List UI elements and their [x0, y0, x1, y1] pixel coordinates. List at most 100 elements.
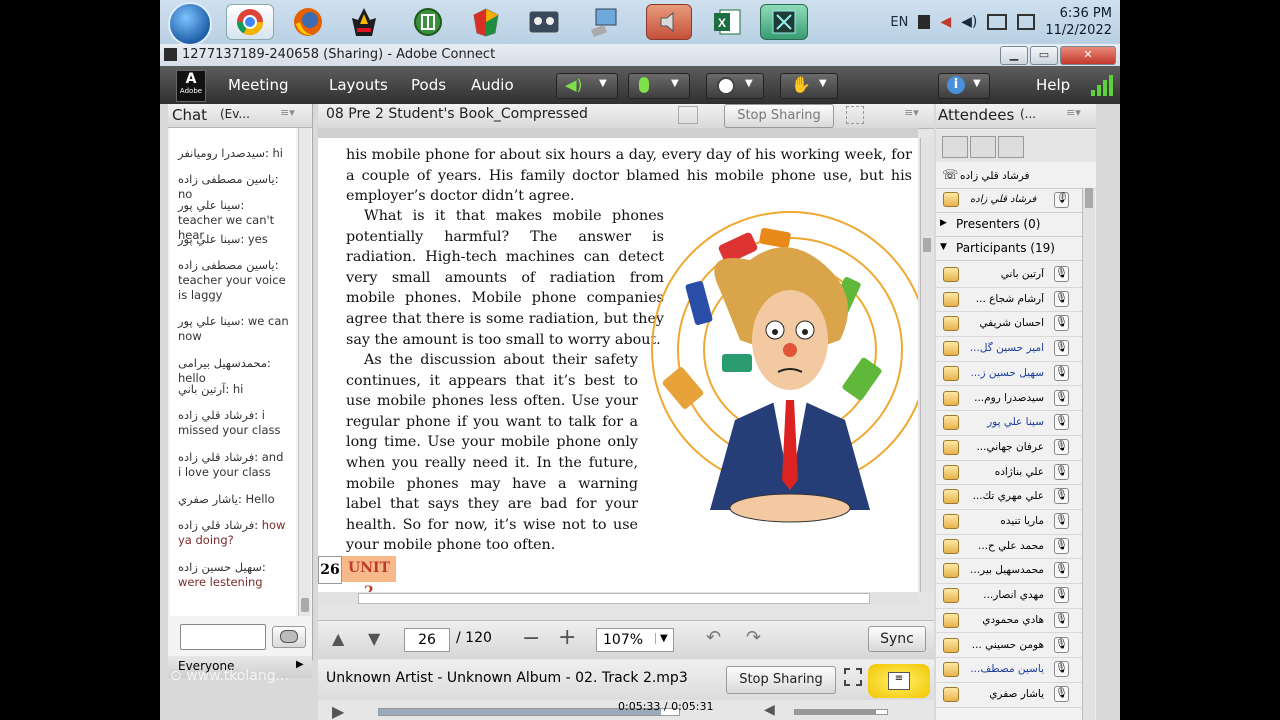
participant-row[interactable]: علي مهري تك... 🎙	[936, 484, 1082, 510]
list-view-icon[interactable]	[942, 136, 968, 158]
excel-icon[interactable]: X	[704, 4, 750, 40]
menu-pods[interactable]: Pods	[411, 76, 446, 94]
chrome-icon[interactable]	[226, 4, 274, 40]
stop-sharing-doc-button[interactable]: Stop Sharing	[724, 104, 834, 128]
firefox-icon[interactable]	[290, 4, 326, 40]
maximize-button[interactable]: ▭	[1030, 46, 1058, 65]
microphone-icon: 🎙	[1054, 266, 1069, 282]
tray-volume-icon[interactable]: ◀)	[961, 14, 977, 30]
undo-icon[interactable]: ↶	[706, 627, 721, 648]
shield-icon[interactable]	[468, 4, 504, 40]
volume-icon[interactable]: ◀	[764, 702, 775, 718]
menu-audio[interactable]: Audio	[471, 76, 514, 94]
chat-scrollbar[interactable]	[298, 128, 311, 616]
chat-separator: :	[274, 172, 279, 186]
sync-button[interactable]: Sync	[868, 626, 926, 652]
participant-row[interactable]: احسان شریفي 🎙	[936, 311, 1082, 338]
scroll-thumb[interactable]	[1085, 188, 1093, 208]
volume-slider[interactable]	[794, 709, 888, 715]
start-orb-icon[interactable]	[168, 2, 212, 46]
play-icon[interactable]: ▶	[332, 702, 344, 720]
participant-row[interactable]: هادي محمودي 🎙	[936, 608, 1082, 634]
host-row[interactable]: فرشاد قلي زاده 🎙	[936, 188, 1082, 213]
participant-row[interactable]: سینا علي پور 🎙	[936, 410, 1082, 436]
presenters-group[interactable]: ▶ Presenters (0)	[936, 214, 1082, 237]
document-page: his mobile phone for about six hours a d…	[318, 138, 918, 592]
participant-row[interactable]: محمدسهیل بیر... 🎙	[936, 558, 1082, 585]
participant-row[interactable]: سهیل حسین ز... 🎙	[936, 361, 1082, 387]
tray-computer-icon[interactable]	[1017, 14, 1036, 30]
chevron-down-icon: ▼	[940, 242, 947, 252]
menu-layouts[interactable]: Layouts	[329, 76, 388, 94]
pod-menu-icon: ≡	[888, 672, 910, 690]
page-number-input[interactable]: 26	[404, 628, 450, 652]
microphone-dropdown[interactable]: ▼	[628, 73, 690, 99]
zoom-select[interactable]: 107% ▼	[596, 628, 674, 652]
breakout-view-icon[interactable]	[970, 136, 996, 158]
fullscreen-icon[interactable]	[846, 106, 864, 124]
participant-icon	[943, 390, 959, 406]
zoom-out-icon[interactable]: −	[522, 626, 540, 651]
attendees-scrollbar[interactable]	[1082, 188, 1095, 720]
participant-row[interactable]: هومن حسیني ... 🎙	[936, 633, 1082, 659]
participant-row[interactable]: محمد علي ح... 🎙	[936, 534, 1082, 560]
phone-attendee-row[interactable]: ☏ فرشاد قلي زاده	[936, 164, 1096, 189]
next-page-icon[interactable]: ▼	[368, 629, 380, 648]
participant-name: یاسین مصطف...	[970, 663, 1044, 676]
pod-menu-highlight[interactable]: ≡	[868, 664, 930, 698]
participant-row[interactable]: آرتین باني 🎙	[936, 262, 1082, 288]
language-indicator[interactable]: EN	[890, 15, 908, 30]
participant-row[interactable]: ماریا تنیده 🎙	[936, 509, 1082, 535]
computer-icon[interactable]	[588, 4, 624, 40]
status-dropdown[interactable]: ✋ ▼	[780, 73, 838, 99]
pod-menu-icon[interactable]: ≡▾	[1066, 106, 1081, 119]
participant-row[interactable]: امیر حسین گل... 🎙	[936, 336, 1082, 362]
stop-sharing-mp3-button[interactable]: Stop Sharing	[726, 666, 836, 694]
tray-speaker-muted-icon[interactable]: ◀	[940, 14, 951, 30]
tape-icon[interactable]	[526, 4, 562, 40]
scroll-thumb[interactable]	[358, 593, 870, 604]
pod-menu-icon[interactable]: ≡▾	[904, 106, 919, 119]
clock[interactable]: 6:36 PM 11/2/2022	[1045, 5, 1112, 39]
participant-row[interactable]: یاسین مصطف... 🎙	[936, 657, 1082, 683]
role-view-icon[interactable]	[998, 136, 1024, 158]
menu-meeting[interactable]: Meeting	[228, 76, 288, 94]
participant-row[interactable]: یاشار صفري 🎙	[936, 682, 1082, 708]
scroll-thumb[interactable]	[923, 238, 931, 252]
participant-icon	[943, 514, 959, 529]
scroll-thumb[interactable]	[301, 598, 309, 612]
tray-network-icon[interactable]	[987, 14, 1008, 30]
speaker-icon[interactable]	[646, 4, 692, 40]
minimize-button[interactable]: ▁	[1000, 46, 1028, 65]
adobe-connect-icon[interactable]	[760, 4, 808, 40]
info-dropdown[interactable]: i ▼	[938, 73, 990, 99]
annotation-tool-icon[interactable]	[678, 106, 698, 124]
winamp-icon[interactable]	[346, 4, 382, 40]
pod-menu-icon[interactable]: ≡▾	[280, 106, 295, 119]
fullscreen-icon[interactable]	[844, 668, 862, 686]
chat-input[interactable]	[180, 624, 266, 650]
participant-row[interactable]: عرفان جهاني... 🎙	[936, 435, 1082, 461]
redo-icon[interactable]: ↷	[746, 627, 761, 648]
menu-help[interactable]: Help	[1036, 76, 1070, 94]
tray-flag-icon[interactable]	[918, 15, 931, 29]
chevron-down-icon: ▼	[745, 78, 753, 89]
previous-page-icon[interactable]: ▲	[332, 629, 344, 648]
speaker-dropdown[interactable]: ◀) ▼	[556, 73, 618, 99]
system-tray: EN ◀ ◀) 6:36 PM 11/2/2022	[890, 0, 1112, 44]
participant-row[interactable]: علي بناژاده 🎙	[936, 460, 1082, 486]
participant-name: سیدصدرا روم...	[974, 391, 1044, 404]
send-chat-button[interactable]	[272, 626, 306, 648]
close-button[interactable]: ✕	[1060, 46, 1116, 65]
participants-group[interactable]: ▼ Participants (19)	[936, 238, 1082, 261]
participant-row[interactable]: مهدي انصار... 🎙	[936, 583, 1082, 609]
doc-horizontal-scrollbar[interactable]	[318, 592, 918, 604]
webcam-dropdown[interactable]: ▼	[706, 73, 764, 99]
participant-row[interactable]: آرشام شجاع ... 🎙	[936, 287, 1082, 313]
doc-vertical-scrollbar[interactable]	[920, 138, 933, 592]
zoom-in-icon[interactable]: +	[558, 625, 576, 650]
webcam-icon	[717, 77, 735, 95]
film-icon[interactable]	[410, 4, 446, 40]
participant-row[interactable]: سیدصدرا روم... 🎙	[936, 386, 1082, 412]
participant-icon	[943, 267, 959, 282]
